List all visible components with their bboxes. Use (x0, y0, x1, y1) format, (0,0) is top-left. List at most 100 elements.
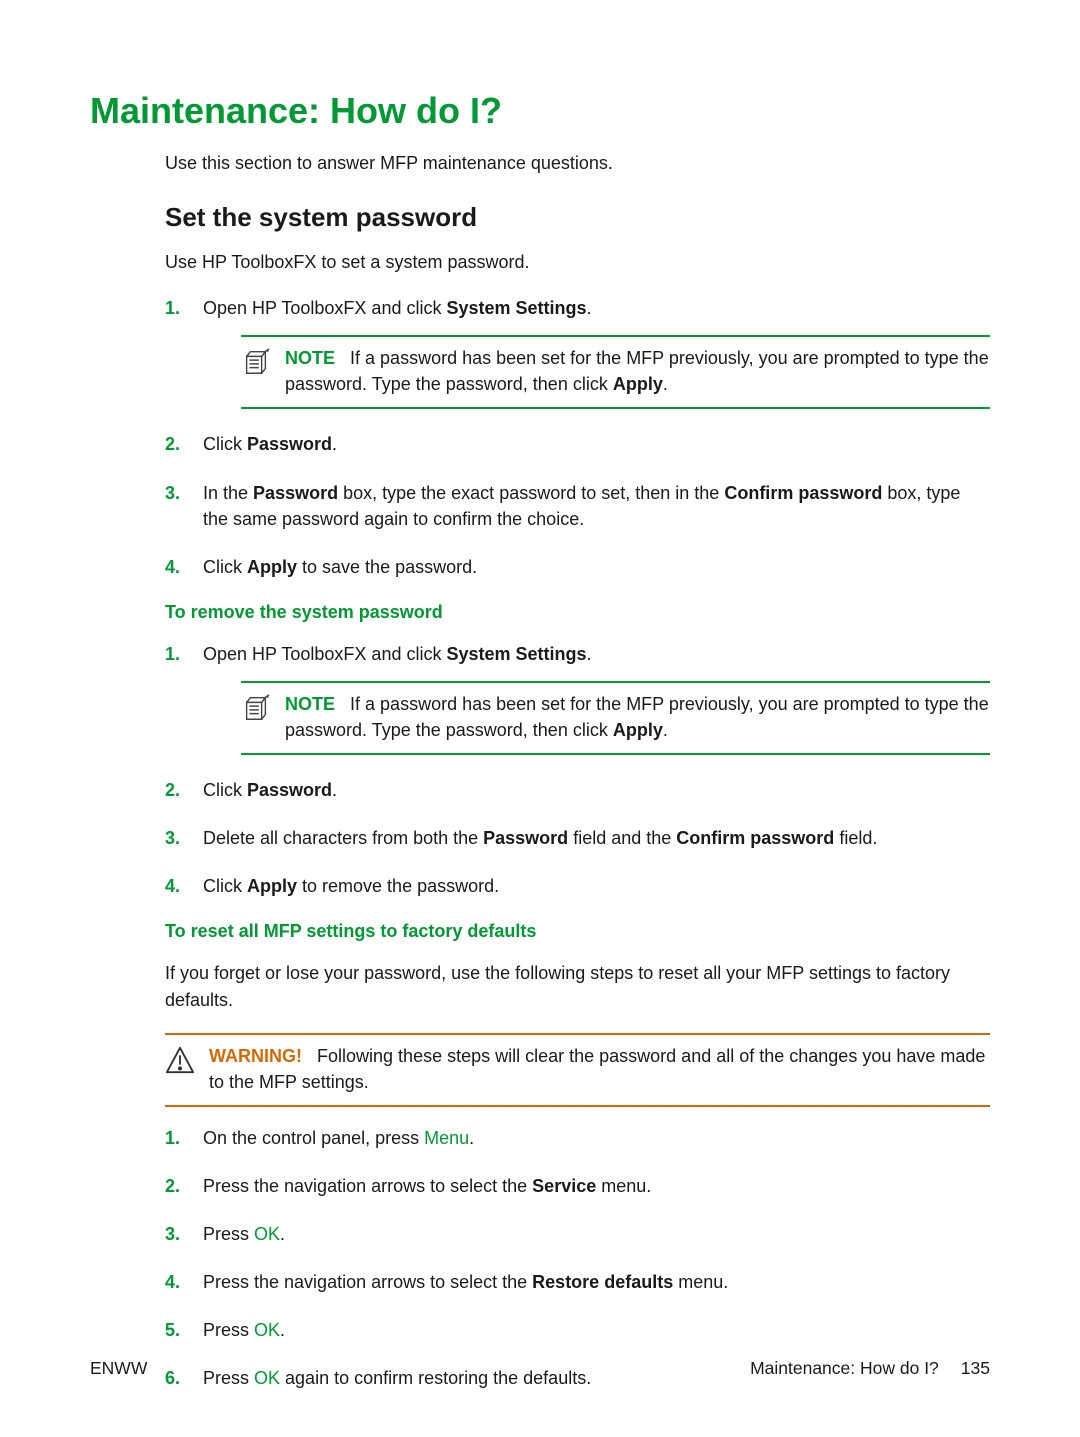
section3-desc: If you forget or lose your password, use… (165, 960, 990, 1012)
step-text: . (332, 434, 337, 454)
step-text: . (587, 644, 592, 664)
step-1: 1. Open HP ToolboxFX and click System Se… (165, 295, 990, 409)
step-number: 1. (165, 641, 180, 667)
bold-text: System Settings (446, 298, 586, 318)
note-icon (241, 693, 271, 723)
note-label: NOTE (285, 694, 335, 714)
step-number: 5. (165, 1317, 180, 1343)
step-text: menu. (673, 1272, 728, 1292)
note-icon (241, 347, 271, 377)
step-number: 2. (165, 1173, 180, 1199)
step-text: Press (203, 1320, 254, 1340)
page-number: 135 (961, 1358, 990, 1379)
bold-text: Service (532, 1176, 596, 1196)
step-text: Press the navigation arrows to select th… (203, 1272, 532, 1292)
step-text: Click (203, 434, 247, 454)
bold-text: System Settings (446, 644, 586, 664)
page: Maintenance: How do I? Use this section … (0, 0, 1080, 1437)
step-4: 4. Click Apply to save the password. (165, 554, 990, 580)
step-text: Click (203, 876, 247, 896)
intro-text: Use this section to answer MFP maintenan… (165, 150, 990, 176)
bold-text: Confirm password (724, 483, 882, 503)
ui-key-text: Menu (424, 1128, 469, 1148)
step-text: . (280, 1320, 285, 1340)
bold-text: Password (253, 483, 338, 503)
step-1: 1. On the control panel, press Menu. (165, 1125, 990, 1151)
bold-text: Password (247, 780, 332, 800)
step-text: . (587, 298, 592, 318)
warning-text: WARNING! Following these steps will clea… (209, 1043, 990, 1095)
step-text: menu. (596, 1176, 651, 1196)
note-callout: NOTE If a password has been set for the … (241, 335, 990, 409)
step-text: Open HP ToolboxFX and click (203, 644, 446, 664)
note-body: . (663, 720, 668, 740)
section-heading-set-password: Set the system password (165, 202, 990, 233)
note-label: NOTE (285, 348, 335, 368)
step-3: 3. Delete all characters from both the P… (165, 825, 990, 851)
warning-label: WARNING! (209, 1046, 302, 1066)
warning-body: Following these steps will clear the pas… (209, 1046, 985, 1092)
step-text: to remove the password. (297, 876, 499, 896)
step-text: box, type the exact password to set, the… (338, 483, 724, 503)
bold-text: Apply (247, 557, 297, 577)
footer-section-label: Maintenance: How do I? (750, 1358, 939, 1379)
step-text: Click (203, 780, 247, 800)
bold-text: Confirm password (676, 828, 834, 848)
step-number: 2. (165, 777, 180, 803)
note-body: . (663, 374, 668, 394)
step-number: 3. (165, 1221, 180, 1247)
step-number: 3. (165, 480, 180, 506)
steps-reset-defaults: 1. On the control panel, press Menu. 2. … (165, 1125, 990, 1392)
step-text: Delete all characters from both the (203, 828, 483, 848)
bold-text: Apply (247, 876, 297, 896)
bold-text: Restore defaults (532, 1272, 673, 1292)
subheading-remove-password: To remove the system password (165, 602, 990, 623)
step-number: 1. (165, 1125, 180, 1151)
footer-left: ENWW (90, 1358, 147, 1379)
step-number: 1. (165, 295, 180, 321)
note-text: NOTE If a password has been set for the … (285, 345, 990, 397)
step-text: On the control panel, press (203, 1128, 424, 1148)
ui-key-text: OK (254, 1224, 280, 1244)
note-text: NOTE If a password has been set for the … (285, 691, 990, 743)
subheading-reset-defaults: To reset all MFP settings to factory def… (165, 921, 990, 942)
page-title: Maintenance: How do I? (90, 90, 990, 132)
step-text: Press (203, 1224, 254, 1244)
step-1: 1. Open HP ToolboxFX and click System Se… (165, 641, 990, 755)
page-footer: ENWW Maintenance: How do I? 135 (90, 1358, 990, 1379)
note-callout: NOTE If a password has been set for the … (241, 681, 990, 755)
step-text: . (469, 1128, 474, 1148)
ui-key-text: OK (254, 1320, 280, 1340)
step-3: 3. In the Password box, type the exact p… (165, 480, 990, 532)
step-4: 4. Click Apply to remove the password. (165, 873, 990, 899)
bold-text: Password (483, 828, 568, 848)
step-number: 3. (165, 825, 180, 851)
step-text: to save the password. (297, 557, 477, 577)
step-text: . (332, 780, 337, 800)
step-number: 4. (165, 554, 180, 580)
step-2: 2. Click Password. (165, 777, 990, 803)
step-number: 2. (165, 431, 180, 457)
step-text: Click (203, 557, 247, 577)
step-number: 4. (165, 1269, 180, 1295)
bold-text: Password (247, 434, 332, 454)
steps-set-password: 1. Open HP ToolboxFX and click System Se… (165, 295, 990, 580)
step-text: Open HP ToolboxFX and click (203, 298, 446, 318)
step-text: field. (834, 828, 877, 848)
step-2: 2. Press the navigation arrows to select… (165, 1173, 990, 1199)
warning-icon (165, 1045, 195, 1075)
footer-right: Maintenance: How do I? 135 (750, 1358, 990, 1379)
step-text: Press the navigation arrows to select th… (203, 1176, 532, 1196)
steps-remove-password: 1. Open HP ToolboxFX and click System Se… (165, 641, 990, 900)
step-text: field and the (568, 828, 676, 848)
step-text: . (280, 1224, 285, 1244)
step-text: In the (203, 483, 253, 503)
step-5: 5. Press OK. (165, 1317, 990, 1343)
step-3: 3. Press OK. (165, 1221, 990, 1247)
step-2: 2. Click Password. (165, 431, 990, 457)
section1-desc: Use HP ToolboxFX to set a system passwor… (165, 249, 990, 275)
bold-text: Apply (613, 720, 663, 740)
content-block: Use this section to answer MFP maintenan… (165, 150, 990, 1391)
bold-text: Apply (613, 374, 663, 394)
step-number: 4. (165, 873, 180, 899)
